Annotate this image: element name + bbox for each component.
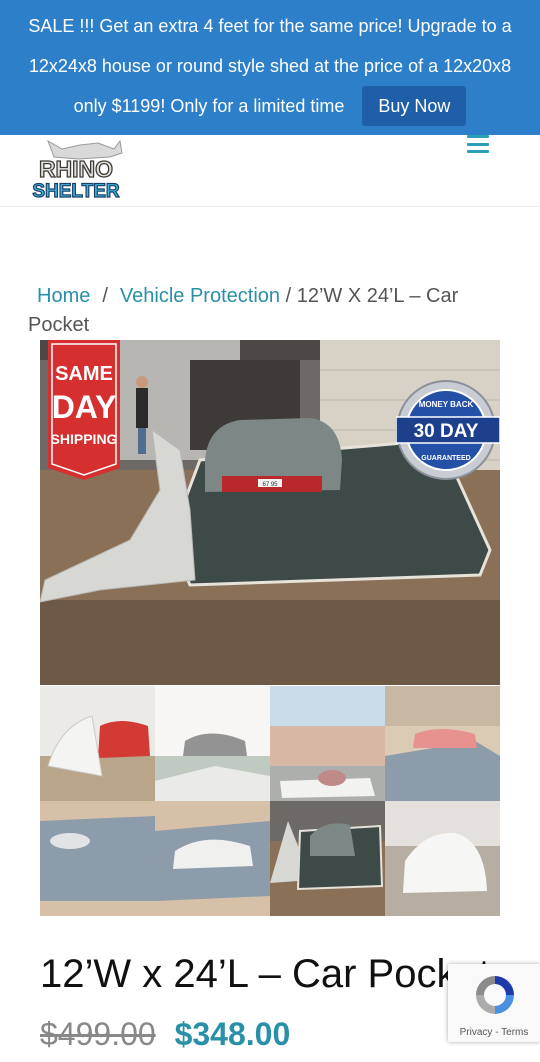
banner-line-2: 12x24x8 house or round style shed at the…	[28, 56, 512, 76]
recaptcha-privacy-terms[interactable]: Privacy - Terms	[448, 1027, 540, 1038]
hamburger-menu-icon[interactable]	[467, 135, 489, 153]
sale-price: $348.00	[174, 1016, 291, 1052]
rhino-shelter-logo[interactable]: RHINO SHELTER	[18, 139, 134, 201]
license-plate: 67 95	[262, 482, 278, 488]
badge-money-back: MONEY BACK	[419, 400, 474, 409]
old-price: $499.00	[40, 1016, 156, 1052]
logo-text-bottom: SHELTER	[32, 181, 120, 201]
thumbnail-4[interactable]	[385, 686, 500, 801]
sale-banner: SALE !!! Get an extra 4 feet for the sam…	[0, 0, 540, 135]
recaptcha-icon	[476, 976, 514, 1014]
recaptcha-badge[interactable]: Privacy - Terms	[448, 964, 540, 1042]
money-back-guarantee-badge: MONEY BACK 30 DAY GUARANTEED	[396, 380, 500, 480]
site-header: RHINO SHELTER	[0, 135, 540, 207]
breadcrumb-category-link[interactable]: Vehicle Protection	[120, 285, 280, 307]
badge-guaranteed: GUARANTEED	[421, 455, 470, 462]
badge-same: SAME	[55, 363, 113, 385]
badge-shipping: SHIPPING	[51, 431, 118, 447]
thumbnail-2[interactable]	[155, 686, 270, 801]
badge-30-day: 30 DAY	[414, 421, 479, 442]
thumbnail-8[interactable]	[385, 801, 500, 916]
thumbnail-6[interactable]	[155, 801, 270, 916]
buy-now-button[interactable]: Buy Now	[362, 86, 467, 126]
thumbnail-5[interactable]	[40, 801, 155, 916]
banner-line-3: only $1199! Only for a limited time	[73, 96, 345, 116]
logo-text-top: RHINO	[39, 156, 113, 182]
price-row: $499.00 $348.00	[40, 1012, 290, 1056]
product-title: 12’W x 24’L – Car Pocket	[40, 952, 490, 996]
breadcrumb-separator: /	[102, 285, 108, 307]
same-day-shipping-badge: SAME DAY SHIPPING	[48, 340, 120, 480]
breadcrumb-home-link[interactable]: Home	[37, 285, 90, 307]
thumbnail-1[interactable]	[40, 686, 155, 801]
badge-day: DAY	[52, 389, 117, 425]
breadcrumb: Home / Vehicle Protection / 12’W X 24’L – …	[28, 282, 498, 340]
thumbnail-3[interactable]	[270, 686, 385, 801]
main-product-image[interactable]: 67 95 SAME DAY SHIPPING MONEY BACK 30 DA…	[40, 340, 500, 685]
banner-line-1: SALE !!! Get an extra 4 feet for the sam…	[28, 16, 512, 36]
thumbnail-7[interactable]	[270, 801, 385, 916]
product-page: SALE !!! Get an extra 4 feet for the sam…	[0, 0, 540, 1062]
